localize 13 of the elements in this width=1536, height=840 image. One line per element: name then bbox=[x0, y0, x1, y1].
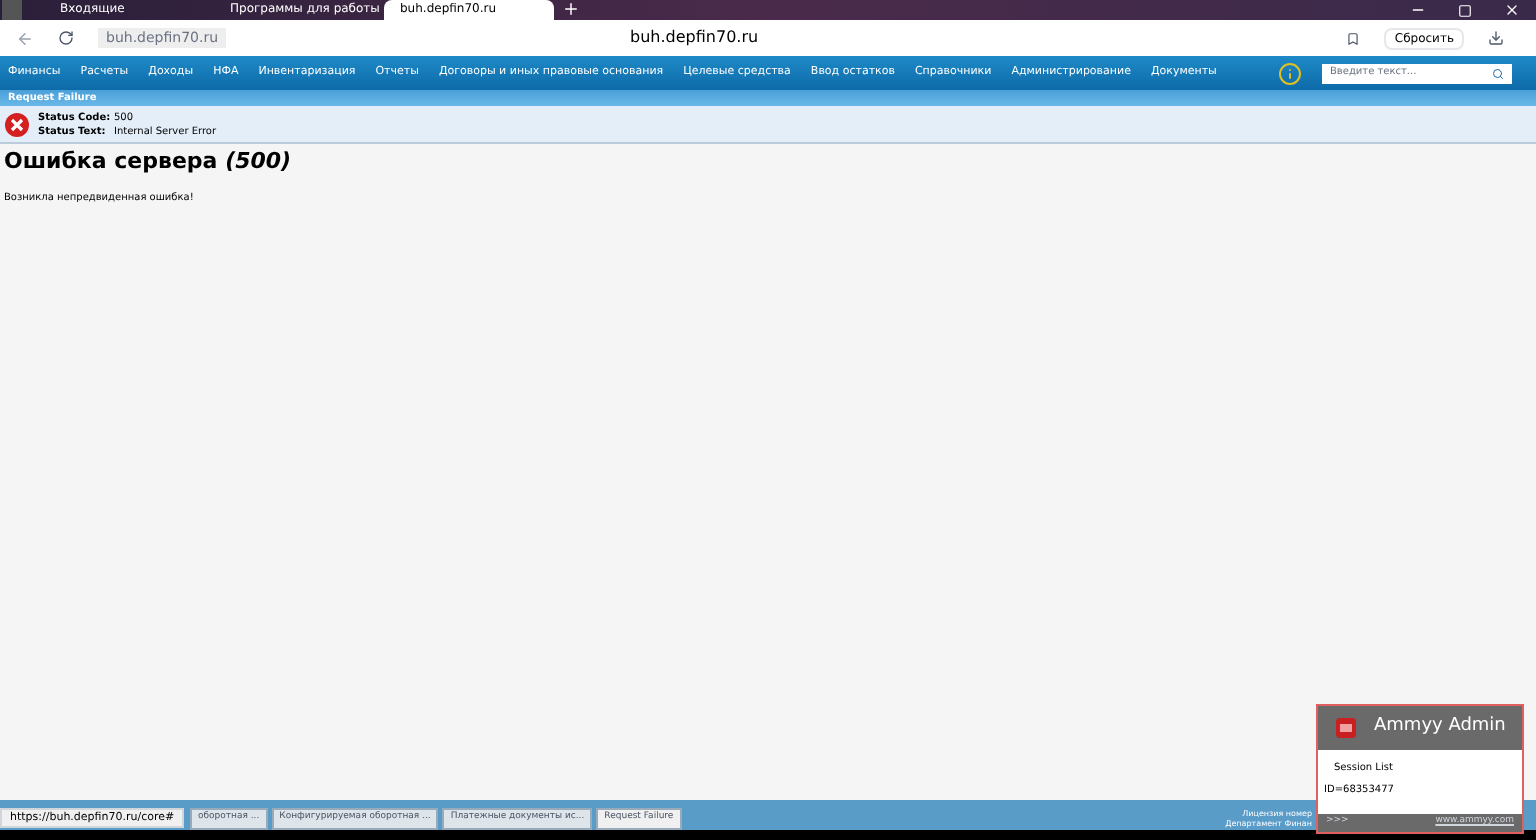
popup-title: Ammyy Admin bbox=[1374, 714, 1506, 741]
app-logo-icon bbox=[1334, 716, 1358, 740]
reload-icon[interactable] bbox=[58, 30, 74, 46]
search-icon[interactable] bbox=[1492, 67, 1504, 79]
maximize-icon[interactable] bbox=[1458, 3, 1472, 17]
page-title: buh.depfin70.ru bbox=[630, 26, 759, 50]
info-icon[interactable] bbox=[1278, 61, 1302, 85]
error-icon bbox=[4, 111, 30, 137]
download-icon[interactable] bbox=[1488, 30, 1504, 46]
close-icon[interactable] bbox=[1504, 2, 1520, 18]
new-tab-icon[interactable] bbox=[562, 0, 580, 18]
error-heading: Ошибка сервера (500) bbox=[4, 148, 294, 176]
bookmark-icon[interactable] bbox=[1346, 31, 1361, 45]
